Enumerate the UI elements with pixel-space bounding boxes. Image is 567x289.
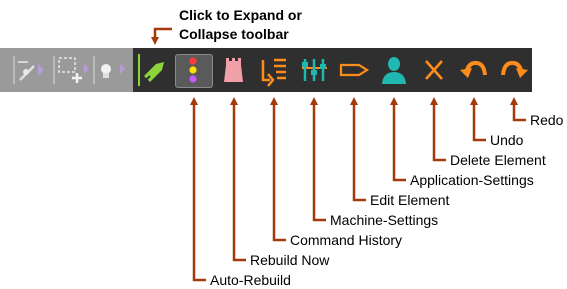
delete-element-button[interactable]: [414, 48, 454, 92]
bulb-icon: [93, 56, 125, 84]
arrow-redo: [510, 97, 526, 122]
rebuild-now-button[interactable]: [214, 48, 254, 92]
arrow-delete-element: [430, 97, 446, 162]
arrow-undo: [470, 97, 486, 142]
auto-rebuild-button[interactable]: [174, 48, 214, 92]
application-settings-icon: [382, 57, 406, 84]
arrow-auto-rebuild: [190, 97, 206, 282]
label-command-history: Command History: [290, 232, 403, 248]
select-add-button[interactable]: [48, 48, 92, 92]
collapsed-tool-group: [0, 48, 133, 92]
machine-settings-button[interactable]: [294, 48, 334, 92]
arrow-command-history: [270, 97, 286, 242]
expand-collapse-button[interactable]: [134, 48, 174, 92]
expand-collapse-callout: Click to Expand or Collapse toolbar: [179, 6, 302, 44]
command-history-icon: [261, 58, 286, 87]
select-add-icon: [53, 56, 89, 84]
label-rebuild-now: Rebuild Now: [250, 252, 330, 268]
toolbar: [0, 48, 532, 92]
arrow-edit-element: [350, 97, 366, 202]
callout-line-2: Collapse toolbar: [179, 26, 289, 42]
label-delete-element: Delete Element: [450, 152, 546, 168]
sketch-button[interactable]: [4, 48, 48, 92]
undo-button[interactable]: [454, 48, 494, 92]
label-undo: Undo: [490, 132, 524, 148]
auto-rebuild-icon: [189, 57, 197, 83]
redo-icon: [501, 60, 528, 78]
edit-element-button[interactable]: [334, 48, 374, 92]
expand-toggle-icon: [138, 54, 164, 86]
edit-element-icon: [339, 63, 370, 77]
undo-icon: [460, 60, 487, 78]
command-history-button[interactable]: [254, 48, 294, 92]
label-machine-settings: Machine-Settings: [330, 212, 439, 228]
highlight-button[interactable]: [92, 48, 132, 92]
machine-settings-icon: [302, 59, 327, 81]
label-application-settings: Application-Settings: [410, 172, 534, 188]
application-settings-button[interactable]: [374, 48, 414, 92]
label-auto-rebuild: Auto-Rebuild: [210, 272, 291, 288]
arrow-expand-collapse: [151, 27, 172, 45]
redo-button[interactable]: [494, 48, 534, 92]
arrow-machine-settings: [310, 97, 326, 222]
sketch-icon: [13, 56, 44, 84]
label-redo: Redo: [530, 112, 564, 128]
arrow-rebuild-now: [230, 97, 246, 262]
delete-element-icon: [425, 60, 443, 80]
label-edit-element: Edit Element: [370, 192, 450, 208]
arrow-application-settings: [390, 97, 406, 182]
rebuild-now-icon: [224, 58, 243, 82]
callout-line-1: Click to Expand or: [179, 7, 302, 23]
